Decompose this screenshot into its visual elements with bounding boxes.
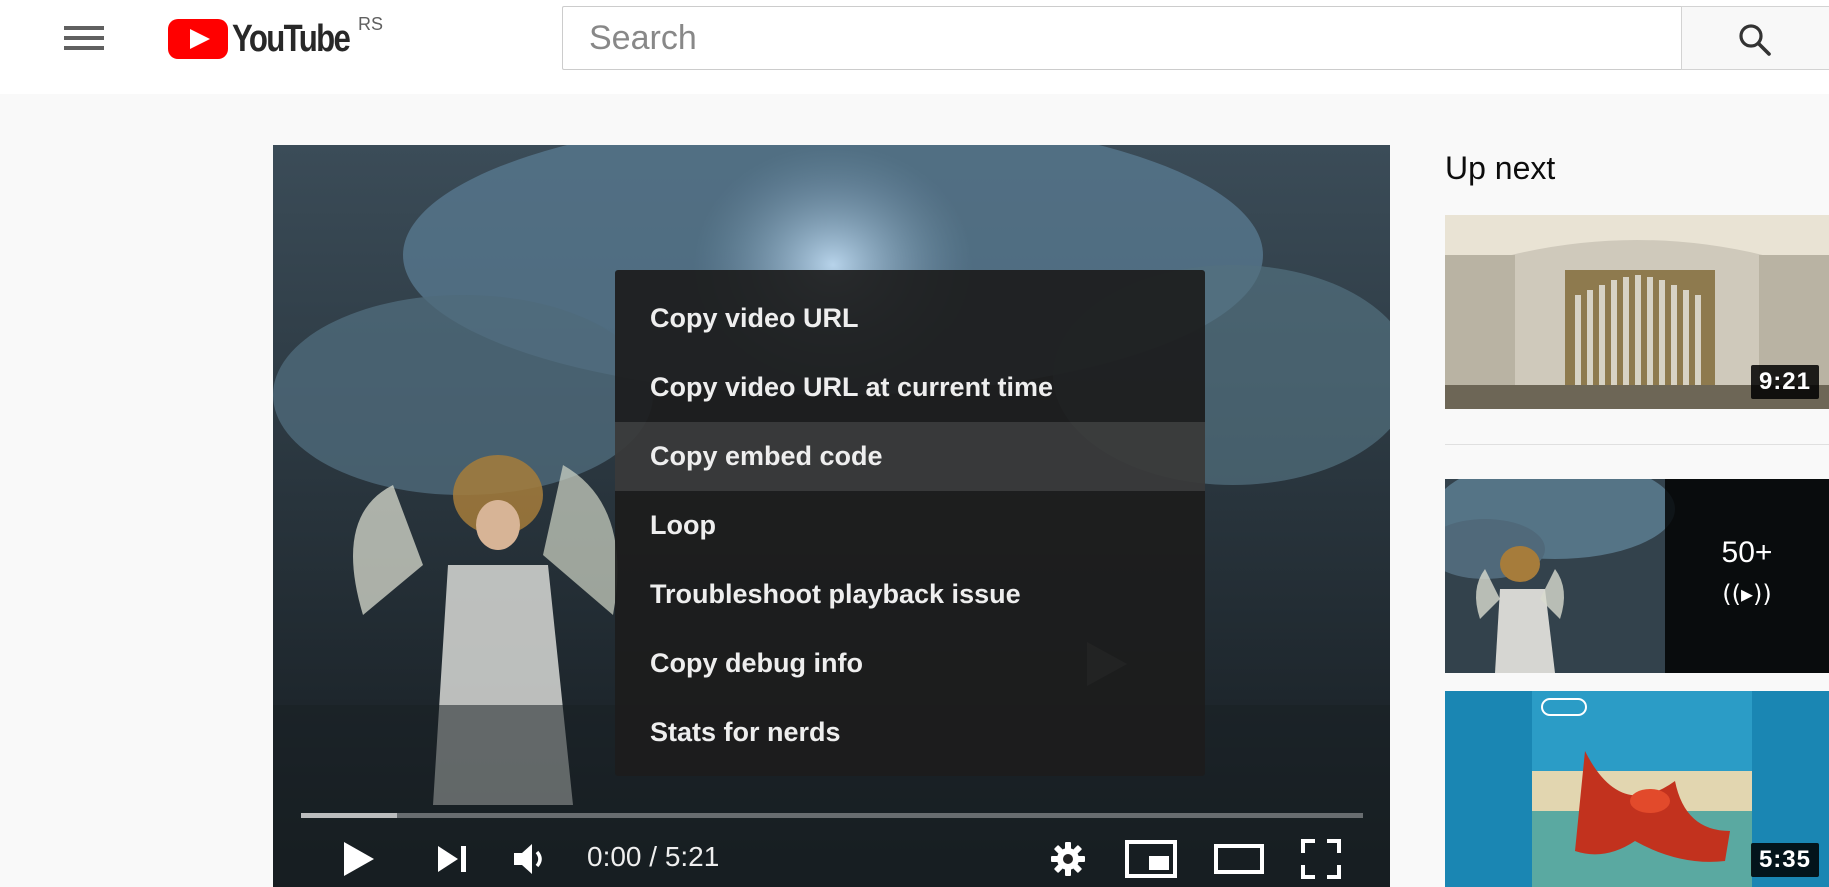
gear-icon — [1051, 842, 1085, 876]
theater-mode-button[interactable] — [1211, 831, 1267, 887]
search-icon — [1739, 24, 1771, 56]
mix-playlist-icon: ((▸)) — [1722, 580, 1772, 608]
mute-button[interactable] — [507, 831, 557, 887]
time-display: 0:00 / 5:21 — [587, 841, 720, 872]
menu-item-stats-for-nerds[interactable]: Stats for nerds — [615, 698, 1205, 767]
progress-bar[interactable] — [301, 813, 1363, 818]
menu-item-copy-embed-code[interactable]: Copy embed code — [615, 422, 1205, 491]
menu-item-copy-url-at-time[interactable]: Copy video URL at current time — [615, 353, 1205, 422]
youtube-play-logo-icon — [168, 19, 228, 59]
up-next-mix-thumbnail[interactable]: 50+ ((▸)) — [1445, 479, 1829, 673]
volume-icon — [514, 844, 542, 874]
settings-button[interactable] — [1043, 831, 1093, 887]
fullscreen-icon — [1301, 839, 1341, 879]
mix-count: 50+ — [1721, 536, 1773, 569]
progress-loaded — [301, 813, 397, 818]
region-code: RS — [358, 14, 384, 34]
next-icon — [438, 846, 466, 872]
top-bar: YouTube RS — [0, 0, 1829, 94]
play-icon — [344, 842, 374, 876]
menu-item-troubleshoot[interactable]: Troubleshoot playback issue — [615, 560, 1205, 629]
hamburger-menu-icon[interactable] — [60, 22, 108, 54]
divider — [1445, 444, 1829, 445]
miniplayer-icon — [1125, 840, 1177, 878]
context-menu: Copy video URL Copy video URL at current… — [615, 270, 1205, 776]
search-input[interactable] — [563, 7, 1682, 69]
up-next-video-thumbnail[interactable]: 9:21 — [1445, 215, 1829, 409]
menu-item-copy-video-url[interactable]: Copy video URL — [615, 284, 1205, 353]
fullscreen-button[interactable] — [1293, 831, 1349, 887]
up-next-video-thumbnail-2[interactable]: 5:35 — [1445, 691, 1829, 887]
logo-text: YouTube — [232, 17, 351, 60]
mix-overlay: 50+ ((▸)) — [1665, 479, 1829, 673]
next-button[interactable] — [428, 831, 478, 887]
video-duration-badge: 9:21 — [1750, 365, 1819, 399]
theater-mode-icon — [1214, 844, 1264, 874]
search-box — [562, 6, 1682, 70]
search-button[interactable] — [1681, 6, 1829, 70]
miniplayer-button[interactable] — [1123, 831, 1179, 887]
youtube-logo[interactable]: YouTube RS — [168, 14, 383, 64]
video-duration-badge-2: 5:35 — [1750, 843, 1819, 877]
menu-item-loop[interactable]: Loop — [615, 491, 1205, 560]
up-next-heading: Up next — [1445, 150, 1556, 186]
play-button[interactable] — [333, 831, 385, 887]
menu-item-copy-debug-info[interactable]: Copy debug info — [615, 629, 1205, 698]
